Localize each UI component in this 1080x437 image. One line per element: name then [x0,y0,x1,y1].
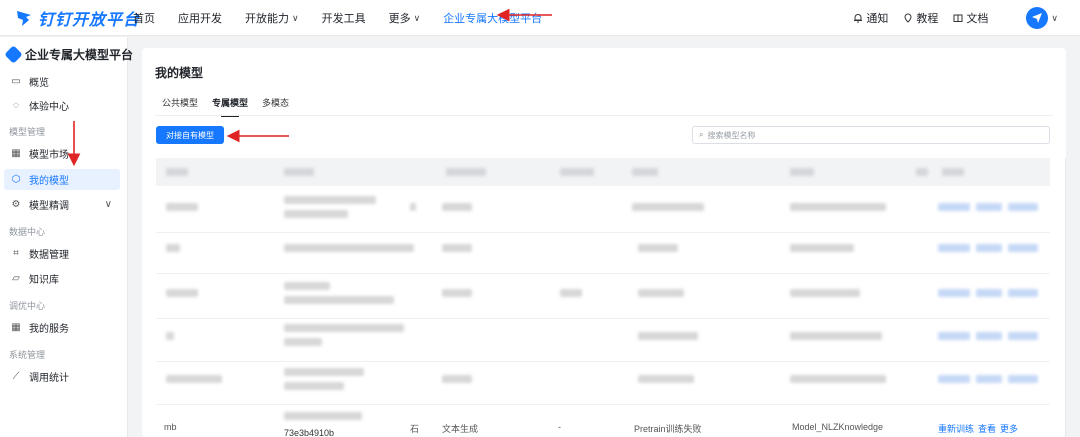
annotation-arrows [67,8,552,167]
